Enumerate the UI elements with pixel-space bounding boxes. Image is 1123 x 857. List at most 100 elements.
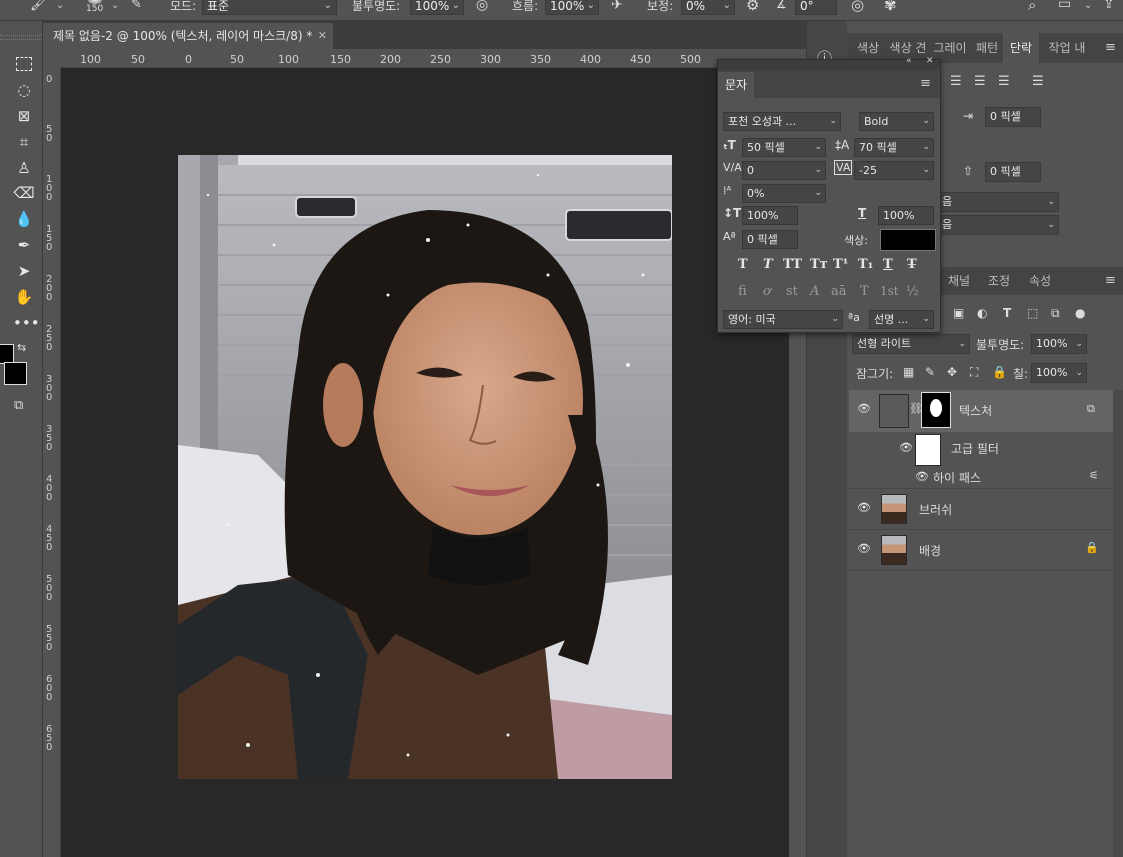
tab-paragraph[interactable]: 단락 xyxy=(1003,33,1039,63)
layers-scrollbar[interactable] xyxy=(1113,390,1123,857)
screen-mode-icon[interactable]: ⧉ xyxy=(14,398,23,413)
character-panel-menu-icon[interactable]: ≡ xyxy=(920,76,931,91)
underline-icon[interactable]: T xyxy=(883,257,893,272)
horizontal-scale-field[interactable]: 100% xyxy=(878,206,934,225)
leading-field[interactable]: 70 픽셀 ⌄ xyxy=(854,138,934,157)
airbrush-icon[interactable]: ✈ xyxy=(611,0,623,13)
baseline-shift-field[interactable]: 0 픽셀 xyxy=(742,230,798,249)
character-panel-header[interactable]: « ✕ xyxy=(718,56,940,70)
frame-tool-icon[interactable]: ⊠ xyxy=(13,105,35,127)
close-tab-icon[interactable]: ✕ xyxy=(318,23,327,49)
lock-image-icon[interactable]: ✎ xyxy=(925,365,935,379)
font-size-field[interactable]: 50 픽셀 ⌄ xyxy=(742,138,826,157)
align-left-icon[interactable]: ☰ xyxy=(950,74,962,89)
lasso-tool-icon[interactable]: ◌ xyxy=(13,79,35,101)
canvas-photo[interactable] xyxy=(178,155,672,779)
ordinal-superscript-icon[interactable]: 1st xyxy=(880,284,899,298)
vertical-scale-field[interactable]: 100% xyxy=(742,206,798,225)
blur-tool-icon[interactable]: 💧 xyxy=(13,208,35,230)
collapse-panel-icon[interactable]: « xyxy=(906,56,912,66)
tab-character[interactable]: 문자 xyxy=(718,72,754,98)
brush-preset-chevron-icon[interactable]: ⌄ xyxy=(111,0,119,11)
tool-preset-chevron-icon[interactable]: ⌄ xyxy=(56,0,64,11)
faux-italic-icon[interactable]: T xyxy=(763,257,773,272)
visibility-eye-icon[interactable]: 👁 xyxy=(899,441,913,454)
toolbar-grip[interactable] xyxy=(0,35,42,40)
blend-mode-select[interactable]: 선형 라이트 ⌄ xyxy=(852,334,970,354)
layers-panel-menu-icon[interactable]: ≡ xyxy=(1105,273,1116,288)
tsume-field[interactable]: 0% ⌄ xyxy=(742,184,826,203)
swash-icon[interactable]: st xyxy=(786,284,798,299)
paragraph-dropdown-2[interactable]: 음 ⌄ xyxy=(937,215,1059,235)
paragraph-dropdown-1[interactable]: 음 ⌄ xyxy=(937,192,1059,212)
tab-adjustments[interactable]: 조정 xyxy=(979,267,1019,295)
fractions-icon[interactable]: ½ xyxy=(906,284,919,299)
visibility-eye-icon[interactable]: 👁 xyxy=(857,501,871,514)
angle-field[interactable]: 0° xyxy=(795,0,837,15)
layer-mask-thumbnail[interactable] xyxy=(921,392,951,428)
more-tools-icon[interactable]: ••• xyxy=(13,312,40,334)
small-caps-icon[interactable]: Tт xyxy=(810,257,828,272)
crop-tool-icon[interactable]: ⌗ xyxy=(13,131,35,153)
lock-artboard-icon[interactable]: ⛶ xyxy=(970,365,978,380)
space-before-field[interactable]: 0 픽셀 xyxy=(985,162,1041,182)
pressure-opacity-icon[interactable]: ◎ xyxy=(476,0,488,13)
foreground-color-swatch[interactable] xyxy=(0,344,14,364)
align-right-icon[interactable]: ☰ xyxy=(998,74,1010,89)
titling-alternates-icon[interactable]: aā xyxy=(831,284,847,299)
layer-row-texture[interactable]: 👁 ⛓ 텍스처 ⧉ xyxy=(849,390,1114,433)
text-color-swatch[interactable] xyxy=(880,229,936,251)
pressure-size-icon[interactable]: ◎ xyxy=(851,0,864,14)
filter-adjustment-icon[interactable]: ◐ xyxy=(977,306,987,320)
align-center-icon[interactable]: ☰ xyxy=(974,74,986,89)
filter-smart-object-icon[interactable]: ⧉ xyxy=(1051,306,1060,321)
document-tab[interactable]: 제목 없음-2 @ 100% (텍스처, 레이어 마스크/8) * ✕ xyxy=(43,23,333,49)
layer-opacity-field[interactable]: 100% ⌄ xyxy=(1031,334,1087,354)
visibility-eye-icon[interactable]: 👁 xyxy=(857,402,871,415)
flow-field[interactable]: 100% ⌄ xyxy=(545,0,599,15)
smoothing-gear-icon[interactable]: ⚙ xyxy=(746,0,759,14)
mode-select[interactable]: 표준 ⌄ xyxy=(202,0,337,15)
stamp-tool-icon[interactable]: ♙ xyxy=(13,157,35,179)
stylistic-alternates-icon[interactable]: A xyxy=(810,284,819,299)
lock-position-icon[interactable]: ✥ xyxy=(947,365,957,379)
marquee-tool-icon[interactable] xyxy=(13,53,35,75)
language-select[interactable]: 영어: 미국 ⌄ xyxy=(723,310,843,329)
brush-opacity-field[interactable]: 100% ⌄ xyxy=(410,0,464,15)
visibility-eye-icon[interactable]: 👁 xyxy=(915,470,929,483)
eraser-tool-icon[interactable]: ⌫ xyxy=(13,182,35,204)
strikethrough-icon[interactable]: T̶ xyxy=(907,257,917,272)
symmetry-icon[interactable]: ✾ xyxy=(884,0,897,14)
lock-transparent-icon[interactable]: ▦ xyxy=(903,365,914,379)
brush-preset-picker[interactable]: 150 xyxy=(80,0,114,20)
workspace-chevron-icon[interactable]: ⌄ xyxy=(1084,0,1092,11)
filter-toggle-icon[interactable]: ● xyxy=(1075,306,1085,320)
filter-options-icon[interactable]: ⚟ xyxy=(1089,469,1099,482)
faux-bold-icon[interactable]: T xyxy=(738,257,748,272)
filter-shape-icon[interactable]: ⬚ xyxy=(1027,306,1038,320)
brush-settings-icon[interactable]: ✎ xyxy=(131,0,142,12)
share-icon[interactable]: ⇪ xyxy=(1103,0,1115,12)
tab-properties[interactable]: 속성 xyxy=(1019,267,1061,295)
search-icon[interactable]: ⌕ xyxy=(1028,0,1036,14)
ligatures-icon[interactable]: fi xyxy=(738,284,747,299)
indent-left-field[interactable]: 0 픽셀 xyxy=(985,107,1041,127)
layer-row-brush[interactable]: 👁 브러쉬 xyxy=(849,489,1114,530)
selection-tool-icon[interactable]: ➤ xyxy=(13,260,35,282)
close-panel-icon[interactable]: ✕ xyxy=(926,56,934,66)
fill-field[interactable]: 100% ⌄ xyxy=(1031,363,1087,383)
tab-channels[interactable]: 채널 xyxy=(939,267,979,295)
tracking-field[interactable]: -25 ⌄ xyxy=(854,161,934,180)
superscript-icon[interactable]: T¹ xyxy=(833,257,848,272)
layer-row-smart-filters[interactable]: 👁 고급 필터 xyxy=(849,432,1114,466)
filter-pixel-icon[interactable]: ▣ xyxy=(953,306,964,320)
layer-row-high-pass[interactable]: 👁 하이 패스 ⚟ xyxy=(849,466,1114,489)
ordinals-icon[interactable]: T xyxy=(860,284,869,299)
pen-tool-icon[interactable]: ✒ xyxy=(13,234,35,256)
panel-menu-icon[interactable]: ≡ xyxy=(1105,40,1116,55)
swap-colors-icon[interactable]: ⇆ xyxy=(17,341,26,354)
tab-patterns[interactable]: 패턴 xyxy=(971,33,1003,63)
filter-type-icon[interactable]: T xyxy=(1003,306,1011,320)
kerning-field[interactable]: 0 ⌄ xyxy=(742,161,826,180)
workspace-icon[interactable]: ▭ xyxy=(1058,0,1071,12)
